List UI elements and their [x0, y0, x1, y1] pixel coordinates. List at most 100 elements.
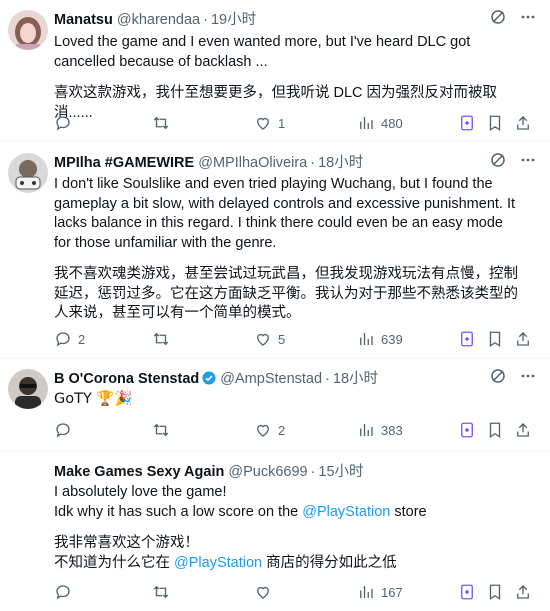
more-icon[interactable] — [520, 368, 536, 390]
tweet-text-line-1: I absolutely love the game! — [54, 484, 227, 500]
timestamp[interactable]: 15小时 — [318, 464, 363, 480]
grok-icon[interactable] — [490, 9, 506, 31]
like-button[interactable] — [254, 582, 278, 602]
reply-button[interactable] — [54, 420, 78, 440]
grok-explain-icon — [461, 422, 473, 438]
share-button[interactable] — [514, 329, 532, 349]
action-bar: 2 383 — [54, 420, 536, 440]
like-icon — [257, 117, 269, 130]
action-bar: 1 480 — [54, 113, 536, 133]
author-name[interactable]: Manatsu — [54, 12, 113, 28]
text-run: Idk why it has such a low score on the — [54, 503, 303, 520]
reply-button[interactable] — [54, 582, 78, 602]
avatar[interactable] — [8, 10, 48, 50]
reply-icon — [56, 423, 70, 438]
retweet-button[interactable] — [152, 329, 176, 349]
retweet-icon — [153, 116, 169, 130]
avatar[interactable] — [8, 153, 48, 193]
mention-link[interactable]: @PlayStation — [302, 504, 390, 520]
tweet-header: Manatsu @kharendaa · 19小时 — [54, 10, 550, 30]
bookmark-button[interactable] — [486, 582, 504, 602]
reply-button[interactable] — [54, 113, 78, 133]
retweet-icon — [153, 423, 169, 437]
grok-explain-icon — [461, 584, 473, 600]
text-run: 商店的得分如此之低 — [262, 554, 397, 571]
bookmark-icon — [489, 422, 501, 439]
like-button[interactable]: 2 — [254, 420, 285, 440]
author-handle[interactable]: @Puck6699 — [228, 464, 307, 480]
views-button[interactable]: 383 — [357, 420, 403, 440]
bookmark-button[interactable] — [486, 420, 504, 440]
more-icon[interactable] — [520, 152, 536, 174]
share-button[interactable] — [514, 420, 532, 440]
tweet-header: MPIlha #GAMEWIRE @MPIlhaOliveira · 18小时 — [54, 153, 550, 173]
like-icon — [257, 333, 269, 346]
author-handle[interactable]: @AmpStenstad — [220, 371, 322, 387]
views-count: 639 — [381, 331, 403, 347]
like-icon — [257, 424, 269, 437]
grok-icon[interactable] — [490, 152, 506, 174]
share-icon — [517, 423, 529, 437]
views-icon — [360, 586, 373, 598]
share-button[interactable] — [514, 582, 532, 602]
tweet-1[interactable]: Manatsu @kharendaa · 19小时 Loved the game a… — [0, 0, 550, 141]
grok-explain-icon — [461, 115, 473, 131]
share-icon — [517, 585, 529, 599]
tweet-header: B O'Corona Stenstad @AmpStenstad · 18小时 — [54, 369, 550, 389]
text-run: 不知道为什么它在 — [54, 554, 175, 571]
reply-button[interactable]: 2 — [54, 329, 85, 349]
action-bar: 167 — [54, 582, 536, 602]
bookmark-icon — [489, 584, 501, 601]
views-count: 480 — [381, 115, 403, 131]
grok-explain-button[interactable] — [458, 582, 476, 602]
grok-explain-button[interactable] — [458, 113, 476, 133]
retweet-button[interactable] — [152, 113, 176, 133]
views-button[interactable]: 480 — [357, 113, 403, 133]
author-name[interactable]: Make Games Sexy Again — [54, 464, 224, 480]
reply-icon — [56, 332, 70, 347]
author-name[interactable]: B O'Corona Stenstad — [54, 371, 199, 387]
like-count: 2 — [278, 422, 286, 438]
reply-icon — [56, 116, 70, 131]
mention-link[interactable]: @PlayStation — [174, 555, 262, 571]
grok-explain-button[interactable] — [458, 420, 476, 440]
like-icon — [257, 586, 269, 599]
retweet-button[interactable] — [152, 420, 176, 440]
share-icon — [517, 116, 529, 130]
grok-icon[interactable] — [490, 368, 506, 390]
author-handle[interactable]: @kharendaa — [117, 12, 200, 28]
tweet-text-en: I don't like Soulslike and even tried pl… — [54, 176, 516, 251]
like-button[interactable]: 5 — [254, 329, 285, 349]
tweet-text: I absolutely love the game! Idk why it h… — [54, 483, 524, 573]
views-button[interactable]: 639 — [357, 329, 403, 349]
tweet-text-cn: 我不喜欢魂类游戏，甚至尝试过玩武昌，但我发现游戏玩法有点慢，控制延迟，惩罚过多。… — [54, 266, 518, 321]
views-count: 167 — [381, 584, 403, 600]
tweet-text-line-3: 我非常喜欢这个游戏！ — [54, 535, 199, 551]
author-name[interactable]: MPIlha #GAMEWIRE — [54, 155, 194, 171]
action-bar: 2 5 639 — [54, 329, 536, 349]
tweet-3[interactable]: B O'Corona Stenstad @AmpStenstad · 18小时 Go… — [0, 359, 550, 452]
share-button[interactable] — [514, 113, 532, 133]
retweet-button[interactable] — [152, 582, 176, 602]
timestamp[interactable]: 18小时 — [333, 371, 378, 387]
more-icon[interactable] — [520, 9, 536, 31]
avatar[interactable] — [8, 462, 48, 502]
views-button[interactable]: 167 — [357, 582, 403, 602]
text-run: store — [390, 503, 427, 520]
tweet-2[interactable]: MPIlha #GAMEWIRE @MPIlhaOliveira · 18小时 I … — [0, 141, 550, 359]
reply-icon — [56, 585, 70, 600]
timestamp[interactable]: 19小时 — [211, 12, 256, 28]
avatar[interactable] — [8, 369, 48, 409]
timestamp[interactable]: 18小时 — [318, 155, 363, 171]
like-count: 1 — [278, 115, 286, 131]
bookmark-icon — [489, 331, 501, 348]
grok-explain-button[interactable] — [458, 329, 476, 349]
tweet-4[interactable]: Make Games Sexy Again @Puck6699 · 15小时 I a… — [0, 452, 550, 611]
bookmark-button[interactable] — [486, 113, 504, 133]
like-button[interactable]: 1 — [254, 113, 285, 133]
separator-dot: · — [325, 371, 330, 387]
bookmark-button[interactable] — [486, 329, 504, 349]
verified-badge-icon — [202, 371, 216, 385]
author-handle[interactable]: @MPIlhaOliveira — [198, 155, 307, 171]
views-count: 383 — [381, 422, 403, 438]
